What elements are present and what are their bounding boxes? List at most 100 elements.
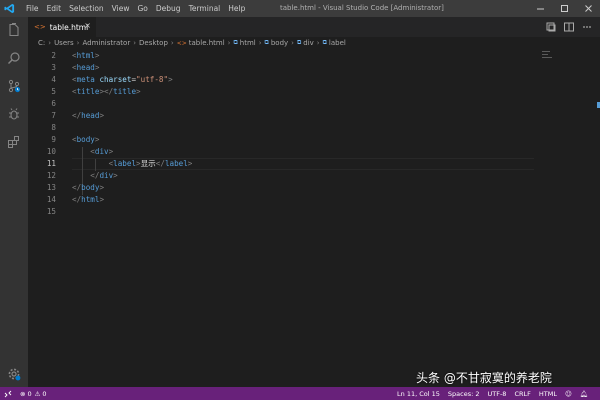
line-number: 7 bbox=[51, 111, 56, 120]
activity-bar bbox=[0, 17, 28, 387]
status-right: Ln 11, Col 15 Spaces: 2 UTF-8 CRLF HTML … bbox=[393, 387, 592, 400]
line-number: 3 bbox=[51, 63, 56, 72]
code-line[interactable]: 13 </body> bbox=[28, 182, 538, 194]
breadcrumb-separator-icon: › bbox=[316, 39, 320, 47]
code-line[interactable]: 8 bbox=[28, 122, 538, 134]
settings-gear-icon[interactable] bbox=[0, 363, 28, 385]
extensions-icon[interactable] bbox=[0, 131, 28, 153]
menu-terminal[interactable]: Terminal bbox=[185, 0, 225, 17]
tab-close-icon[interactable]: × bbox=[84, 21, 91, 30]
code-text: </html> bbox=[72, 195, 105, 204]
menu-edit[interactable]: Edit bbox=[43, 0, 66, 17]
language-mode[interactable]: HTML bbox=[535, 390, 561, 398]
line-number: 6 bbox=[51, 99, 56, 108]
problems-indicator[interactable]: ⊗ 0 ⚠ 0 bbox=[16, 390, 51, 398]
code-line[interactable]: 14 </html> bbox=[28, 194, 538, 206]
code-text: <title></title> bbox=[72, 87, 141, 96]
breadcrumb-item[interactable]: html bbox=[240, 39, 256, 47]
indentation[interactable]: Spaces: 2 bbox=[444, 390, 484, 398]
explorer-icon[interactable] bbox=[0, 19, 28, 41]
html-file-icon: <> bbox=[176, 39, 187, 47]
menu-debug[interactable]: Debug bbox=[152, 0, 185, 17]
breadcrumb-item[interactable]: Users bbox=[54, 39, 74, 47]
notifications-icon[interactable]: 🔔︎ bbox=[576, 390, 592, 398]
code-line[interactable]: 10 <div> bbox=[28, 146, 538, 158]
tab-label: table.html bbox=[49, 22, 89, 32]
restore-icon[interactable] bbox=[552, 0, 576, 17]
line-number: 14 bbox=[46, 195, 56, 204]
code-text: </head> bbox=[72, 111, 105, 120]
menu-selection[interactable]: Selection bbox=[65, 0, 108, 17]
watermark: 头条 @不甘寂寞的养老院 bbox=[416, 371, 552, 385]
open-changes-icon[interactable] bbox=[542, 17, 560, 37]
line-ending[interactable]: CRLF bbox=[510, 390, 534, 398]
vscode-logo-icon bbox=[0, 0, 18, 17]
breadcrumb-item[interactable]: table.html bbox=[189, 39, 225, 47]
editor-actions bbox=[542, 17, 596, 37]
code-line[interactable]: 15 bbox=[28, 206, 538, 218]
element-symbol-icon: ⧉ bbox=[233, 39, 238, 46]
breadcrumb-item[interactable]: label bbox=[329, 39, 346, 47]
code-editor[interactable]: 2 <html> 3 <head> 4 <meta charset="utf-8"> 5 <t… bbox=[28, 50, 538, 370]
source-control-icon[interactable] bbox=[0, 75, 28, 97]
debug-icon[interactable] bbox=[0, 103, 28, 125]
breadcrumb-item[interactable]: C: bbox=[38, 39, 45, 47]
tab-table-html[interactable]: <> table.html × bbox=[28, 17, 96, 37]
element-symbol-icon: ⧉ bbox=[264, 39, 269, 46]
error-icon: ⊗ bbox=[20, 389, 26, 398]
code-text: </div> bbox=[90, 171, 118, 180]
breadcrumb-separator-icon: › bbox=[291, 39, 294, 47]
breadcrumb-separator-icon: › bbox=[258, 39, 262, 47]
tab-bar: <> table.html × bbox=[28, 17, 600, 37]
line-number: 15 bbox=[46, 207, 56, 216]
search-icon[interactable] bbox=[0, 47, 28, 69]
remote-indicator[interactable] bbox=[0, 390, 16, 398]
breadcrumb-separator-icon: › bbox=[170, 39, 174, 47]
code-line[interactable]: 3 <head> bbox=[28, 62, 538, 74]
line-number: 5 bbox=[51, 87, 56, 96]
window-controls bbox=[528, 0, 600, 17]
menu-help[interactable]: Help bbox=[224, 0, 249, 17]
breadcrumb: C: › Users › Administrator › Desktop › <> table.h… bbox=[28, 37, 600, 49]
code-line[interactable]: 11 <label>显示</label> bbox=[28, 158, 538, 170]
breadcrumb-item[interactable]: Desktop bbox=[139, 39, 168, 47]
code-line[interactable]: 9 <body> bbox=[28, 134, 538, 146]
line-number: 4 bbox=[51, 75, 56, 84]
menu-view[interactable]: View bbox=[108, 0, 134, 17]
breadcrumb-item[interactable]: Administrator bbox=[82, 39, 130, 47]
warning-icon: ⚠ bbox=[34, 389, 41, 398]
breadcrumb-item[interactable]: div bbox=[303, 39, 314, 47]
code-line[interactable]: 7 </head> bbox=[28, 110, 538, 122]
code-line[interactable]: 2 <html> bbox=[28, 50, 538, 62]
split-editor-icon[interactable] bbox=[560, 17, 578, 37]
menu-go[interactable]: Go bbox=[133, 0, 151, 17]
breadcrumb-separator-icon: › bbox=[48, 39, 52, 47]
menu-bar: File Edit Selection View Go Debug Terminal Help bbox=[22, 0, 249, 17]
code-text: </body> bbox=[72, 183, 105, 192]
code-text: <head> bbox=[72, 63, 100, 72]
code-text: <label>显示</label> bbox=[108, 159, 193, 168]
element-symbol-icon: ⧉ bbox=[322, 39, 327, 46]
more-actions-icon[interactable] bbox=[578, 17, 596, 37]
code-line[interactable]: 4 <meta charset="utf-8"> bbox=[28, 74, 538, 86]
close-icon[interactable] bbox=[576, 0, 600, 17]
minimize-icon[interactable] bbox=[528, 0, 552, 17]
minimap[interactable] bbox=[540, 50, 600, 370]
title-bar: File Edit Selection View Go Debug Terminal Help… bbox=[0, 0, 600, 17]
encoding[interactable]: UTF-8 bbox=[483, 390, 510, 398]
code-line[interactable]: 12 </div> bbox=[28, 170, 538, 182]
code-line[interactable]: 6 bbox=[28, 98, 538, 110]
line-number: 12 bbox=[46, 171, 56, 180]
breadcrumb-separator-icon: › bbox=[76, 39, 80, 47]
feedback-icon[interactable]: ☺ bbox=[561, 390, 576, 398]
code-line[interactable]: 5 <title></title> bbox=[28, 86, 538, 98]
breadcrumb-separator-icon: › bbox=[133, 39, 137, 47]
line-number: 8 bbox=[51, 123, 56, 132]
breadcrumb-item[interactable]: body bbox=[271, 39, 288, 47]
line-number: 10 bbox=[46, 147, 56, 156]
menu-file[interactable]: File bbox=[22, 0, 43, 17]
code-text: <html> bbox=[72, 51, 100, 60]
line-number: 11 bbox=[46, 159, 56, 168]
cursor-position[interactable]: Ln 11, Col 15 bbox=[393, 390, 444, 398]
line-number: 9 bbox=[51, 135, 56, 144]
